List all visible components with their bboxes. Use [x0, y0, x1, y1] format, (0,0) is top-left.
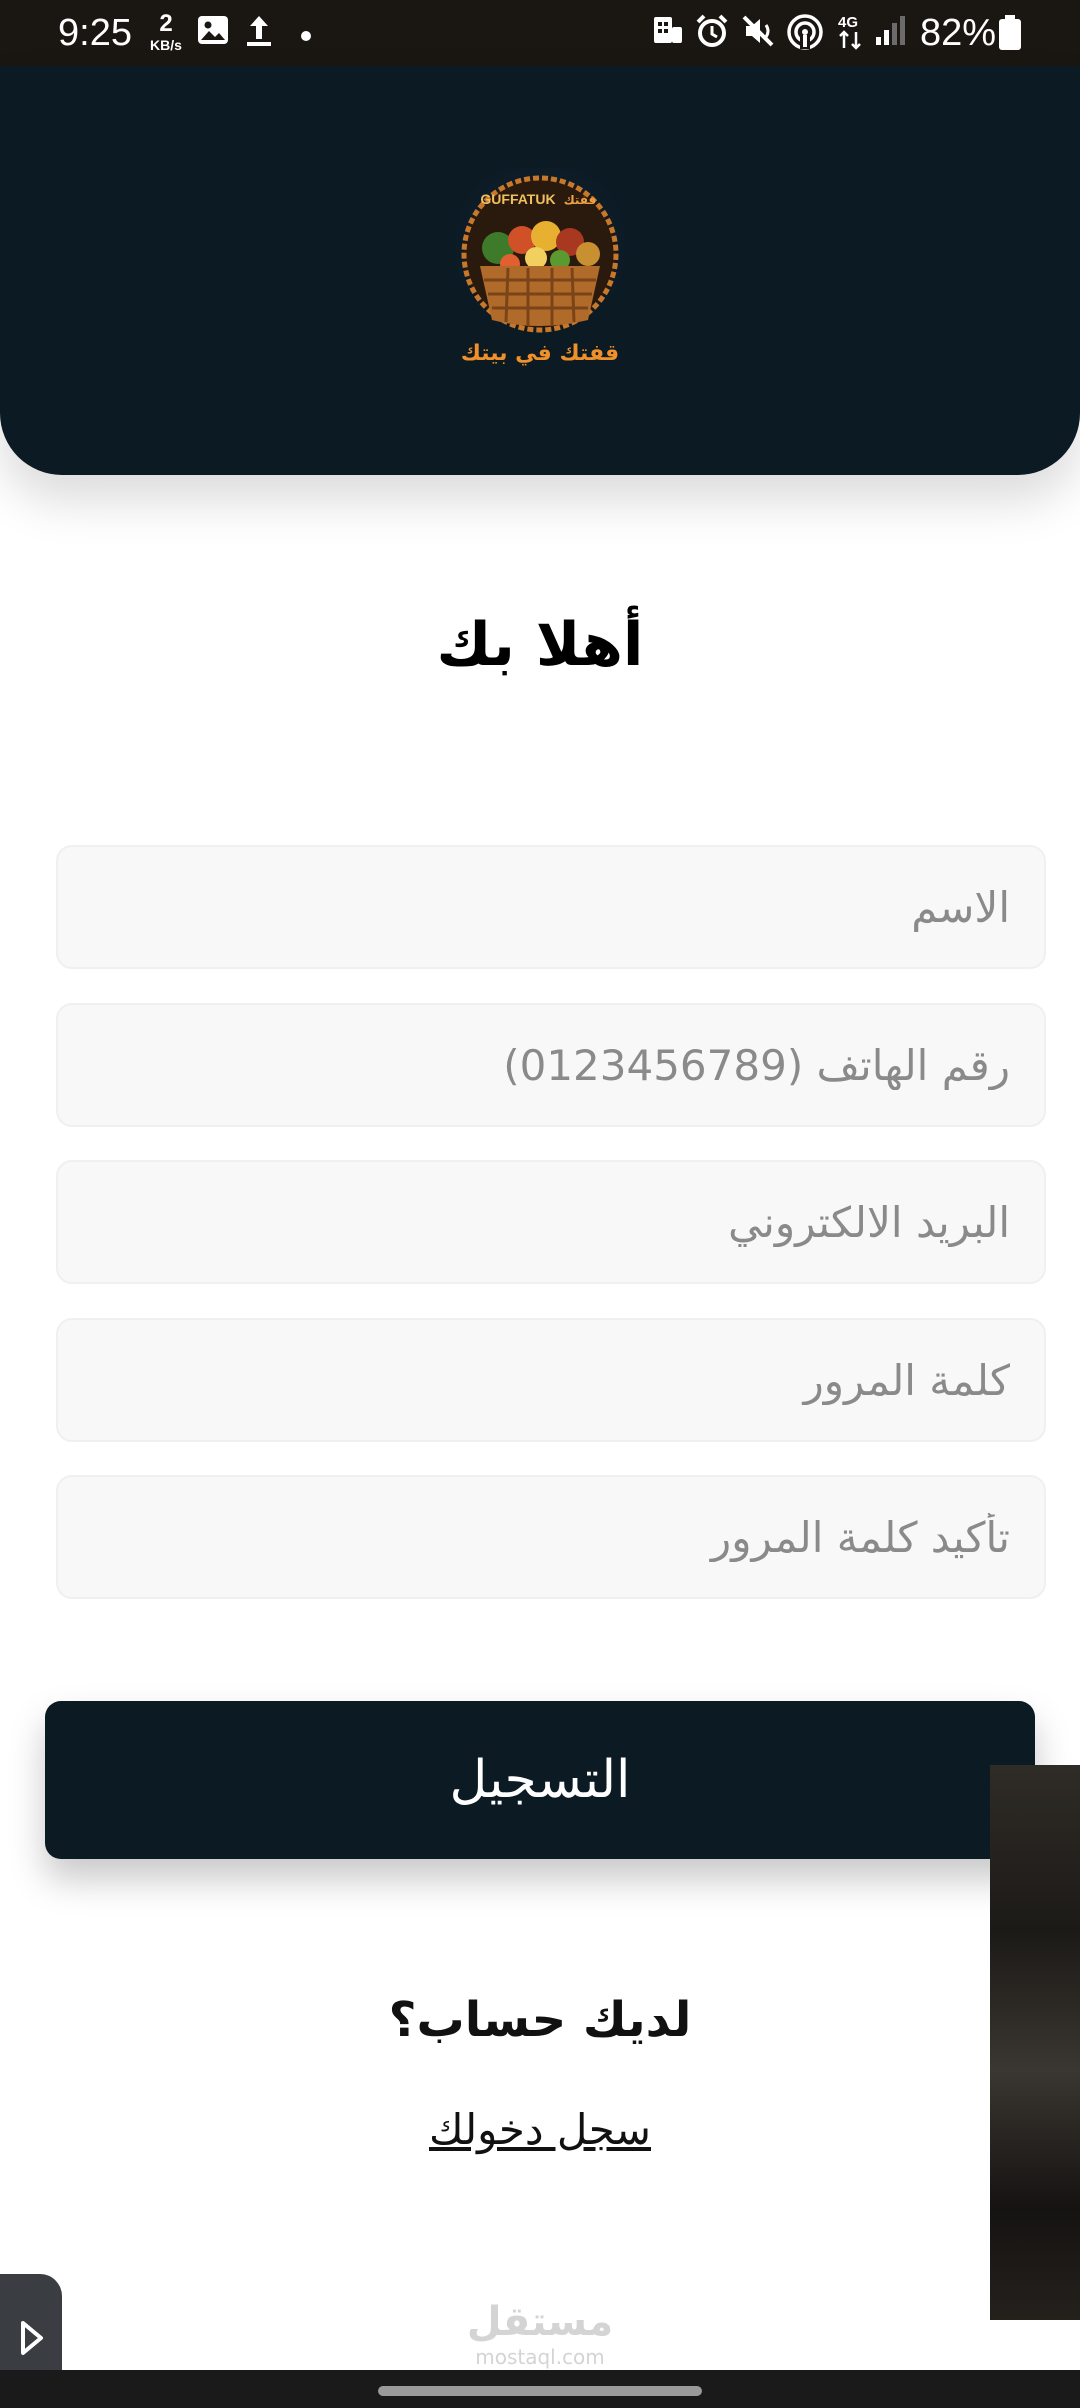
name-field[interactable] — [56, 845, 1046, 969]
svg-text:GUFFATUK: GUFFATUK — [480, 191, 555, 207]
wifi-call-icon — [786, 13, 824, 55]
login-link[interactable]: سجل دخولك — [340, 2100, 740, 2160]
dot-icon — [300, 27, 312, 46]
upload-icon — [244, 13, 274, 51]
data-rate-unit: KB/s — [150, 37, 182, 53]
email-field[interactable] — [56, 1160, 1046, 1284]
phone-field[interactable] — [56, 1003, 1046, 1127]
alarm-icon — [694, 13, 730, 53]
play-icon — [21, 2321, 43, 2355]
have-account-text: لديك حساب؟ — [388, 1992, 692, 2048]
watermark-url: mostaql.com — [475, 2345, 605, 2369]
svg-text:4G: 4G — [838, 14, 858, 31]
register-button[interactable]: التسجيل — [45, 1701, 1035, 1859]
network-4g-icon: 4G — [834, 12, 868, 56]
data-rate-indicator: 2 KB/s — [144, 10, 188, 53]
mute-icon — [740, 13, 776, 53]
navigation-bar — [0, 2370, 1080, 2408]
watermark: مستقل mostaql.com — [440, 2298, 640, 2368]
app-header: GUFFATUK قفتك قفتك في بيتك — [0, 66, 1080, 475]
battery-icon — [998, 15, 1022, 55]
status-bar: 9:25 2 KB/s 4G 82% — [0, 0, 1080, 66]
home-indicator[interactable] — [378, 2386, 702, 2396]
svg-text:قفتك: قفتك — [564, 193, 597, 207]
app-logo: GUFFATUK قفتك قفتك في بيتك — [448, 162, 632, 368]
welcome-title: أهلا بك — [436, 610, 644, 680]
password-field[interactable] — [56, 1318, 1046, 1442]
svg-text:قفتك في بيتك: قفتك في بيتك — [461, 341, 619, 366]
data-rate-value: 2 — [159, 10, 173, 37]
signal-icon — [874, 13, 908, 51]
gallery-icon — [196, 13, 230, 51]
battery-percentage: 82% — [920, 12, 997, 54]
confirm-password-field[interactable] — [56, 1475, 1046, 1599]
floating-video-overlay[interactable] — [990, 1765, 1080, 2320]
hotspot-icon — [650, 13, 684, 51]
watermark-arabic: مستقل — [466, 2299, 614, 2345]
status-time: 9:25 — [58, 12, 132, 54]
